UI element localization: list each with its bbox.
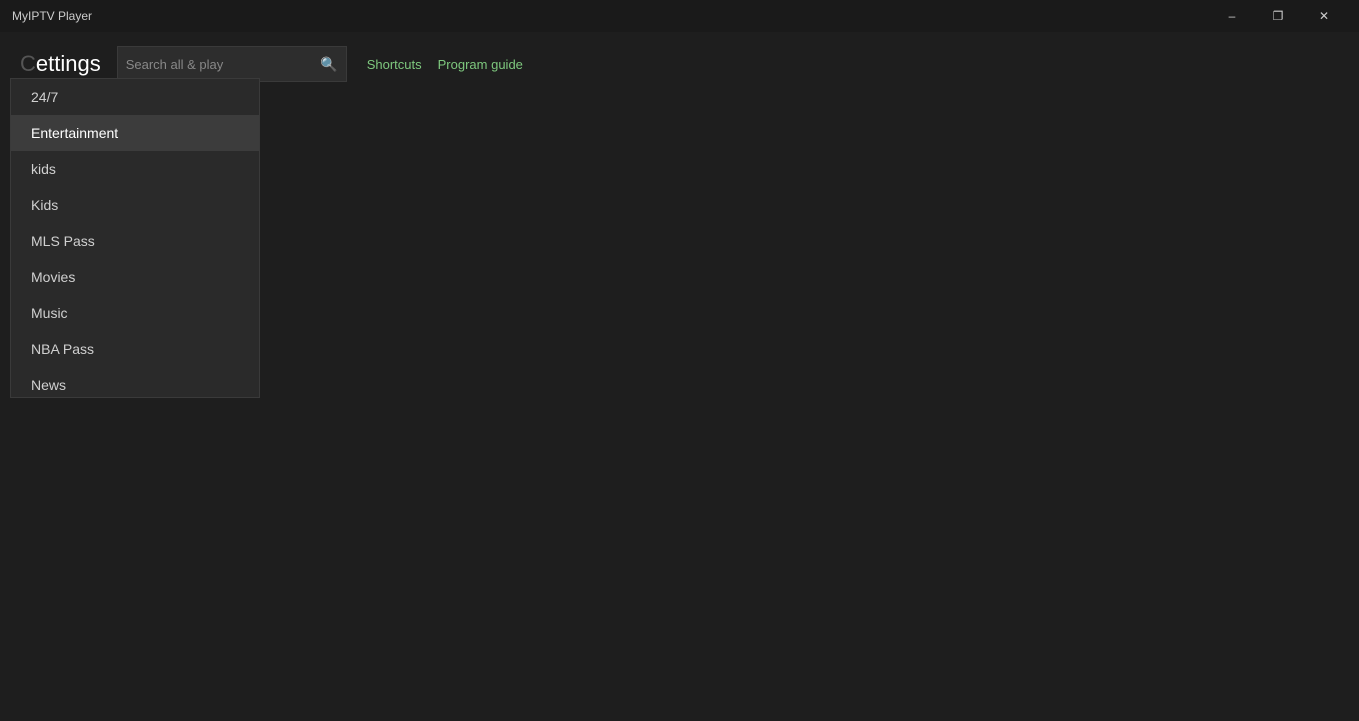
dropdown-item[interactable]: NBA Pass [11, 331, 259, 367]
page-title-prefix: C [20, 51, 36, 76]
header-links: Shortcuts Program guide [367, 57, 523, 72]
dropdown-item[interactable]: kids [11, 151, 259, 187]
shortcuts-link[interactable]: Shortcuts [367, 57, 422, 72]
dropdown-item[interactable]: Entertainment [11, 115, 259, 151]
dropdown-item[interactable]: Music [11, 295, 259, 331]
title-bar: MyIPTV Player – ❐ ✕ [0, 0, 1359, 32]
dropdown-item[interactable]: Kids [11, 187, 259, 223]
page-title: Cettings [20, 51, 101, 77]
main-content: Cettings 🔍 Shortcuts Program guide 24/7E… [0, 32, 1359, 721]
dropdown-item[interactable]: Movies [11, 259, 259, 295]
search-box[interactable]: 🔍 [117, 46, 347, 82]
window-controls: – ❐ ✕ [1209, 0, 1347, 32]
minimize-button[interactable]: – [1209, 0, 1255, 32]
dropdown-item[interactable]: News [11, 367, 259, 398]
dropdown-menu: 24/7EntertainmentkidsKidsMLS PassMoviesM… [10, 78, 260, 398]
search-icon: 🔍 [320, 56, 337, 73]
search-input[interactable] [126, 57, 315, 72]
program-guide-link[interactable]: Program guide [438, 57, 523, 72]
app-title: MyIPTV Player [12, 9, 92, 23]
dropdown-item[interactable]: MLS Pass [11, 223, 259, 259]
close-button[interactable]: ✕ [1301, 0, 1347, 32]
dropdown-item[interactable]: 24/7 [11, 79, 259, 115]
maximize-button[interactable]: ❐ [1255, 0, 1301, 32]
